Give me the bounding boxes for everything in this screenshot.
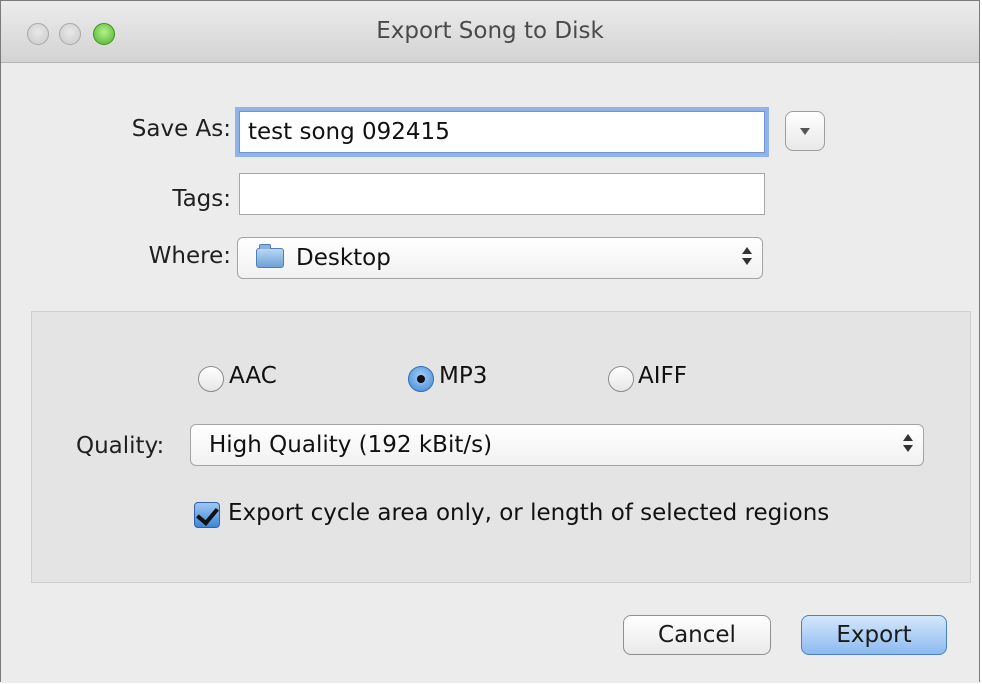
window-title: Export Song to Disk — [376, 18, 604, 44]
radio-mp3[interactable] — [408, 366, 434, 392]
save-as-input[interactable]: test song 092415 — [239, 111, 765, 153]
updown-arrows-icon — [742, 247, 752, 267]
where-label: Where: — [148, 243, 231, 269]
format-options-panel: AAC MP3 AIFF Quality: High Quality (192 … — [31, 311, 971, 583]
where-value: Desktop — [296, 245, 391, 271]
radio-aac[interactable] — [198, 366, 224, 392]
radio-aac-label[interactable]: AAC — [229, 363, 277, 389]
save-as-label: Save As: — [131, 116, 231, 142]
folder-icon — [256, 244, 284, 268]
radio-aiff[interactable] — [608, 366, 634, 392]
quality-popup[interactable]: High Quality (192 kBit/s) — [190, 424, 924, 466]
cycle-area-label[interactable]: Export cycle area only, or length of sel… — [228, 500, 829, 526]
quality-value: High Quality (192 kBit/s) — [209, 432, 493, 458]
cycle-area-checkbox[interactable] — [194, 502, 220, 528]
radio-aiff-label[interactable]: AIFF — [638, 363, 687, 389]
where-popup[interactable]: Desktop — [237, 237, 763, 279]
radio-mp3-label[interactable]: MP3 — [439, 363, 487, 389]
expand-dialog-button[interactable] — [785, 111, 825, 151]
chevron-down-icon — [800, 128, 810, 135]
cancel-button[interactable]: Cancel — [623, 615, 771, 655]
export-button[interactable]: Export — [801, 615, 947, 655]
tags-input[interactable] — [239, 173, 765, 215]
tags-label: Tags: — [172, 186, 231, 212]
dialog-content: Save As: test song 092415 Tags: Where: D… — [1, 63, 979, 683]
quality-label: Quality: — [76, 433, 165, 459]
title-bar[interactable]: Export Song to Disk — [1, 1, 979, 63]
export-dialog-window: Export Song to Disk Save As: test song 0… — [0, 0, 980, 683]
updown-arrows-icon — [903, 434, 913, 454]
checkmark-icon — [196, 502, 219, 526]
